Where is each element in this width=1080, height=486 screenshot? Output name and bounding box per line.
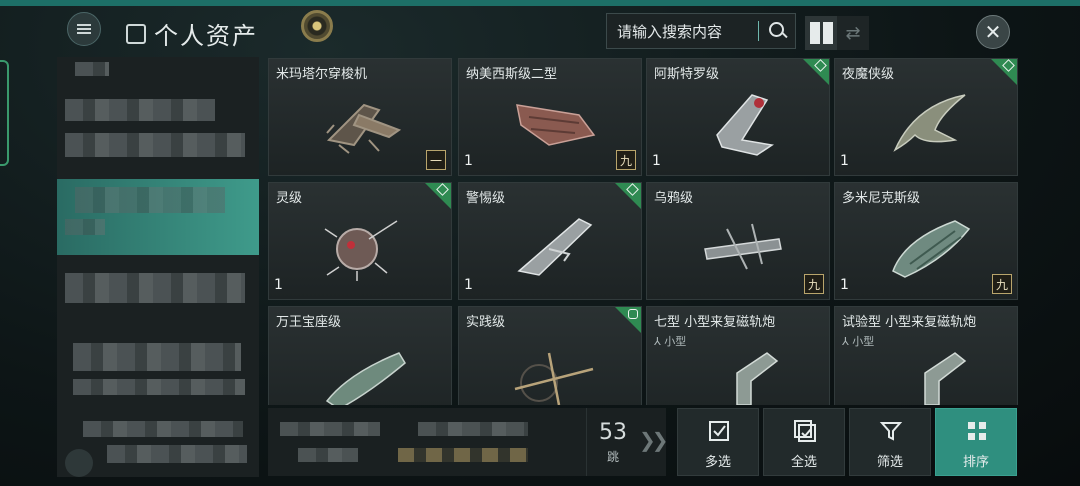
grid-view-icon[interactable]	[805, 16, 837, 50]
asset-name: 乌鸦级	[654, 191, 694, 206]
ship-icon	[704, 223, 782, 270]
asset-name: 试验型 小型来复磁轨炮	[842, 315, 977, 330]
asset-card[interactable]: 试验型 小型来复磁轨炮 ⅄ 小型	[834, 306, 1018, 405]
select-all-button[interactable]: 全选	[763, 408, 845, 476]
jump-count: 53	[599, 420, 627, 445]
sort-label: 排序	[962, 455, 989, 470]
ship-icon	[324, 220, 398, 281]
asset-name: 万王宝座级	[276, 315, 342, 330]
asset-name: 米玛塔尔穿梭机	[276, 67, 368, 82]
title-area: 个人资产	[126, 16, 258, 51]
jump-label: 跳	[607, 450, 620, 464]
filter-button[interactable]: 筛选	[849, 408, 931, 476]
asset-count: 1	[464, 153, 473, 169]
box-icon[interactable]	[65, 449, 93, 477]
ring-icon	[628, 309, 638, 319]
asset-card[interactable]: 七型 小型来复磁轨炮 ⅄ 小型	[646, 306, 830, 405]
gold-emblem-icon[interactable]	[301, 10, 333, 42]
asset-card[interactable]: 多米尼克斯级 1 九	[834, 182, 1018, 300]
size-tag: ⅄ 小型	[842, 335, 875, 348]
ship-icon	[893, 94, 966, 152]
tier-badge: 九	[616, 150, 636, 170]
swap-view-icon[interactable]: ⇄	[837, 16, 869, 50]
asset-card[interactable]: 米玛塔尔穿梭机 一	[268, 58, 452, 176]
ship-icon	[892, 220, 971, 278]
filter-icon	[879, 422, 903, 441]
asset-name: 警惕级	[466, 191, 506, 206]
asset-count: 1	[274, 277, 283, 293]
menu-icon[interactable]	[67, 12, 101, 46]
location-info	[268, 408, 586, 476]
select-all-icon	[794, 420, 816, 442]
ship-icon	[514, 352, 594, 405]
asset-card[interactable]: 警惕级 1	[458, 182, 642, 300]
header: 个人资产 请输入搜索内容 ⇄ ✕	[0, 6, 1080, 50]
asset-card[interactable]: 乌鸦级 九	[646, 182, 830, 300]
asset-name: 阿斯特罗级	[654, 67, 720, 82]
select-all-label: 全选	[790, 455, 817, 470]
ship-icon	[716, 94, 774, 156]
sort-button[interactable]: 排序	[935, 408, 1017, 476]
sort-icon	[968, 422, 986, 440]
search-icon[interactable]	[759, 13, 795, 49]
turret-icon	[924, 352, 967, 405]
asset-count: 1	[464, 277, 473, 293]
ship-icon	[326, 103, 402, 154]
asset-card[interactable]: 阿斯特罗级 1	[646, 58, 830, 176]
category-list[interactable]	[57, 57, 259, 477]
close-icon[interactable]: ✕	[976, 15, 1010, 49]
tier-badge: 一	[426, 150, 446, 170]
jump-indicator[interactable]: 53 跳 ❯❯	[586, 408, 668, 476]
search-box[interactable]: 请输入搜索内容	[606, 13, 796, 49]
category-item[interactable]	[57, 263, 259, 323]
asset-count: 1	[652, 153, 661, 169]
multi-select-button[interactable]: 多选	[677, 408, 759, 476]
ship-icon	[516, 104, 596, 146]
ship-icon	[325, 352, 406, 405]
ship-icon	[517, 218, 593, 276]
asset-name: 七型 小型来复磁轨炮	[654, 315, 776, 330]
view-toggle[interactable]: ⇄	[805, 16, 869, 50]
asset-card[interactable]: 万王宝座级	[268, 306, 452, 405]
search-input[interactable]: 请输入搜索内容	[607, 21, 758, 42]
size-tag: ⅄ 小型	[654, 335, 687, 348]
tier-badge: 九	[992, 274, 1012, 294]
asset-card[interactable]: 实践级	[458, 306, 642, 405]
filter-label: 筛选	[876, 455, 903, 470]
asset-name: 夜魔侠级	[842, 67, 895, 82]
chevron-right-icon: ❯❯	[639, 428, 668, 452]
tier-badge: 九	[804, 274, 824, 294]
multi-select-icon	[709, 421, 729, 441]
asset-name: 纳美西斯级二型	[466, 67, 558, 82]
category-item[interactable]	[57, 91, 259, 171]
category-item[interactable]	[57, 337, 259, 417]
category-header-item[interactable]	[57, 57, 259, 83]
asset-grid[interactable]: 米玛塔尔穿梭机 一 纳美西斯级二型 1 九 阿斯特罗级 1 夜魔侠级 1 灵级 …	[268, 58, 1020, 405]
category-item-active[interactable]	[57, 179, 259, 255]
asset-card[interactable]: 灵级 1	[268, 182, 452, 300]
turret-icon	[736, 352, 779, 405]
asset-count: 1	[840, 153, 849, 169]
asset-icon	[126, 23, 146, 44]
asset-card[interactable]: 纳美西斯级二型 1 九	[458, 58, 642, 176]
asset-count: 1	[840, 277, 849, 293]
left-tab-accent[interactable]	[0, 60, 9, 166]
asset-name: 多米尼克斯级	[842, 191, 921, 206]
asset-name: 灵级	[276, 191, 303, 206]
asset-name: 实践级	[466, 315, 506, 330]
page-title: 个人资产	[154, 22, 258, 50]
asset-card[interactable]: 夜魔侠级 1	[834, 58, 1018, 176]
multi-select-label: 多选	[704, 455, 731, 470]
